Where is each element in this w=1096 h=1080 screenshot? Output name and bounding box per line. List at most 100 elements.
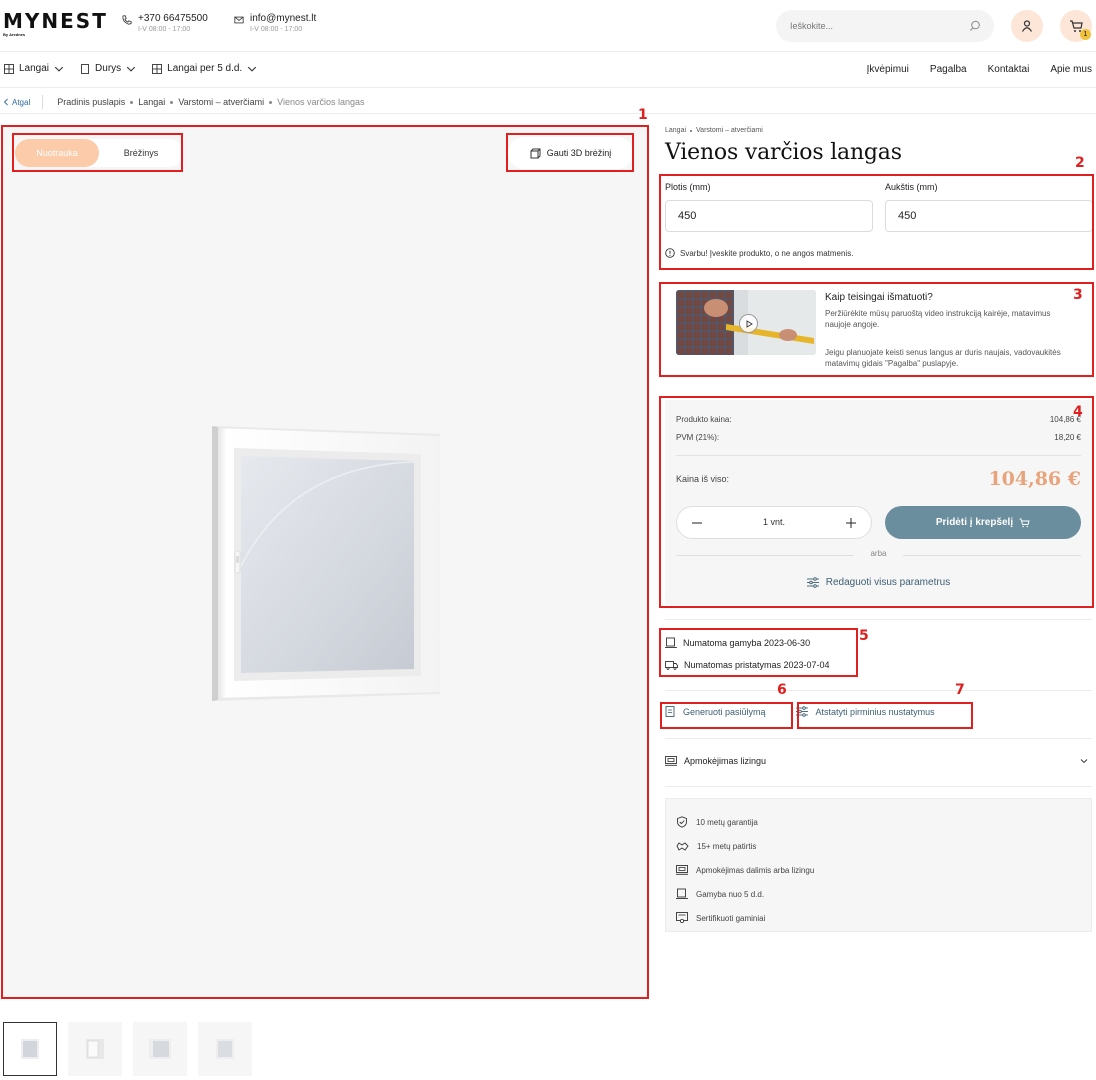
- width-input[interactable]: [665, 200, 873, 232]
- feature-text: 15+ metų patirtis: [697, 841, 757, 851]
- feature-text: Apmokėjimas dalimis arba lizingu: [696, 865, 815, 875]
- separator-dot: [690, 129, 693, 132]
- user-icon: [1021, 20, 1033, 32]
- thumbnail[interactable]: [133, 1022, 187, 1076]
- phone-icon: [122, 15, 132, 25]
- increase-quantity-button[interactable]: [839, 511, 863, 535]
- nav-contacts[interactable]: Kontaktai: [988, 64, 1030, 75]
- separator-dot: [269, 100, 273, 104]
- document-icon: [665, 706, 675, 717]
- thumbnail[interactable]: [68, 1022, 122, 1076]
- play-button[interactable]: [739, 314, 758, 333]
- phone-hours: I-V 08:00 - 17:00: [138, 26, 191, 33]
- tab-drawing[interactable]: Brėžinys: [99, 139, 183, 167]
- generate-offer-button[interactable]: Generuoti pasiūlymą: [665, 706, 766, 717]
- product-gallery: Nuotrauka Brėžinys Gauti 3D brėžinį: [3, 127, 647, 997]
- divider: [665, 786, 1092, 787]
- feature-text: Gamyba nuo 5 d.d.: [696, 889, 765, 899]
- tab-photo[interactable]: Nuotrauka: [15, 139, 99, 167]
- category-item[interactable]: Langai: [665, 127, 686, 134]
- plus-icon: [846, 518, 856, 528]
- nav-windows-fast[interactable]: Langai per 5 d.d.: [152, 63, 257, 74]
- phone-contact[interactable]: +370 66475500 I-V 08:00 - 17:00: [122, 13, 208, 35]
- measurement-video-card: Kaip teisingai išmatuoti? Peržiūrėkite m…: [665, 283, 1092, 376]
- total-label: Kaina iš viso:: [676, 474, 730, 484]
- vat-value: 18,20 €: [1054, 433, 1081, 442]
- edit-all-parameters-button[interactable]: Redaguoti visus parametrus: [665, 577, 1092, 588]
- truck-icon: [665, 661, 678, 670]
- feature-item: Sertifikuoti gaminiai: [676, 906, 1081, 930]
- chevron-down-icon: [54, 66, 64, 72]
- add-to-cart-button[interactable]: Pridėti į krepšelį: [885, 506, 1081, 539]
- payment-icon: [665, 756, 677, 766]
- annotation-number: 4: [1073, 404, 1083, 420]
- feature-text: 10 metų garantija: [696, 817, 758, 827]
- separator-dot: [170, 100, 174, 104]
- thumbnail[interactable]: [3, 1022, 57, 1076]
- feature-item: Gamyba nuo 5 d.d.: [676, 882, 1081, 906]
- product-price-label: Produkto kaina:: [676, 415, 732, 424]
- window-icon: [4, 63, 14, 74]
- nav-inspiration[interactable]: Įkvėpimui: [867, 64, 909, 75]
- divider: [676, 455, 1081, 456]
- cart-button[interactable]: 1: [1060, 10, 1092, 42]
- account-button[interactable]: [1011, 10, 1043, 42]
- breadcrumb-item[interactable]: Langai: [138, 97, 165, 107]
- reset-settings-button[interactable]: Atstatyti pirminius nustatymus: [795, 706, 935, 717]
- divider: [665, 690, 1092, 691]
- window-thumbnail-image: [86, 1039, 104, 1059]
- nav-about[interactable]: Apie mus: [1050, 64, 1092, 75]
- nav-doors[interactable]: Durys: [80, 63, 136, 74]
- cart-count-badge: 1: [1080, 29, 1091, 40]
- vat-row: PVM (21%): 18,20 €: [676, 433, 1081, 442]
- chevron-down-icon: [248, 66, 257, 72]
- get-3d-drawing-button[interactable]: Gauti 3D brėžinį: [508, 137, 633, 169]
- thumbnail[interactable]: [198, 1022, 252, 1076]
- video-thumbnail[interactable]: [676, 290, 816, 355]
- annotation-number: 5: [859, 628, 869, 644]
- search-input[interactable]: [776, 10, 994, 42]
- back-link[interactable]: Atgal: [3, 98, 30, 107]
- experience-icon: [676, 841, 689, 851]
- nav-help[interactable]: Pagalba: [930, 64, 967, 75]
- production-date: Numatoma gamyba 2023-06-30: [665, 632, 830, 654]
- add-to-cart-label: Pridėti į krepšelį: [935, 517, 1014, 528]
- divider: [665, 738, 1092, 739]
- delivery-date-text: Numatomas pristatymas 2023-07-04: [684, 660, 830, 670]
- payment-icon: [676, 865, 688, 875]
- feature-text: Sertifikuoti gaminiai: [696, 913, 766, 923]
- breadcrumb-current: Vienos varčios langas: [277, 97, 365, 107]
- view-toggle: Nuotrauka Brėžinys: [15, 139, 183, 167]
- category-item[interactable]: Varstomi – atverčiami: [696, 127, 763, 134]
- quantity-stepper: 1 vnt.: [676, 506, 872, 539]
- get-3d-drawing-label: Gauti 3D brėžinį: [546, 148, 612, 158]
- factory-icon: [676, 888, 688, 899]
- logo-text: MYNEST: [3, 9, 108, 33]
- back-label: Atgal: [12, 97, 31, 107]
- door-icon: [81, 63, 89, 74]
- window-icon: [152, 63, 163, 74]
- height-input[interactable]: [885, 200, 1093, 232]
- nav-windows-fast-label: Langai per 5 d.d.: [167, 63, 243, 74]
- info-icon: [665, 248, 675, 258]
- logo[interactable]: MYNEST By Arednes: [3, 10, 108, 37]
- window-thumbnail-image: [149, 1039, 171, 1059]
- annotation-number: 2: [1075, 155, 1085, 171]
- search-icon[interactable]: [968, 19, 982, 33]
- leasing-accordion[interactable]: Apmokėjimas lizingu: [665, 756, 1092, 766]
- breadcrumb-item[interactable]: Pradinis puslapis: [57, 97, 125, 107]
- annotation-number: 1: [638, 107, 648, 123]
- email-contact[interactable]: info@mynest.lt I-V 08:00 - 17:00: [234, 13, 316, 35]
- dimension-warning-text: Svarbu! Įveskite produkto, o ne angos ma…: [680, 248, 854, 258]
- or-separator: arba: [676, 549, 1081, 561]
- production-date-text: Numatoma gamyba 2023-06-30: [683, 638, 811, 648]
- height-label: Aukštis (mm): [885, 182, 938, 192]
- shield-check-icon: [677, 816, 687, 828]
- annotation-number: 7: [955, 682, 965, 698]
- reset-settings-label: Atstatyti pirminius nustatymus: [815, 706, 935, 717]
- nav-windows-label: Langai: [19, 63, 50, 74]
- nav-windows[interactable]: Langai: [4, 63, 64, 74]
- breadcrumb-item[interactable]: Varstomi – atverčiami: [178, 97, 264, 107]
- width-label: Plotis (mm): [665, 182, 711, 192]
- video-description: Peržiūrėkite mūsų paruoštą video instruk…: [825, 309, 1051, 329]
